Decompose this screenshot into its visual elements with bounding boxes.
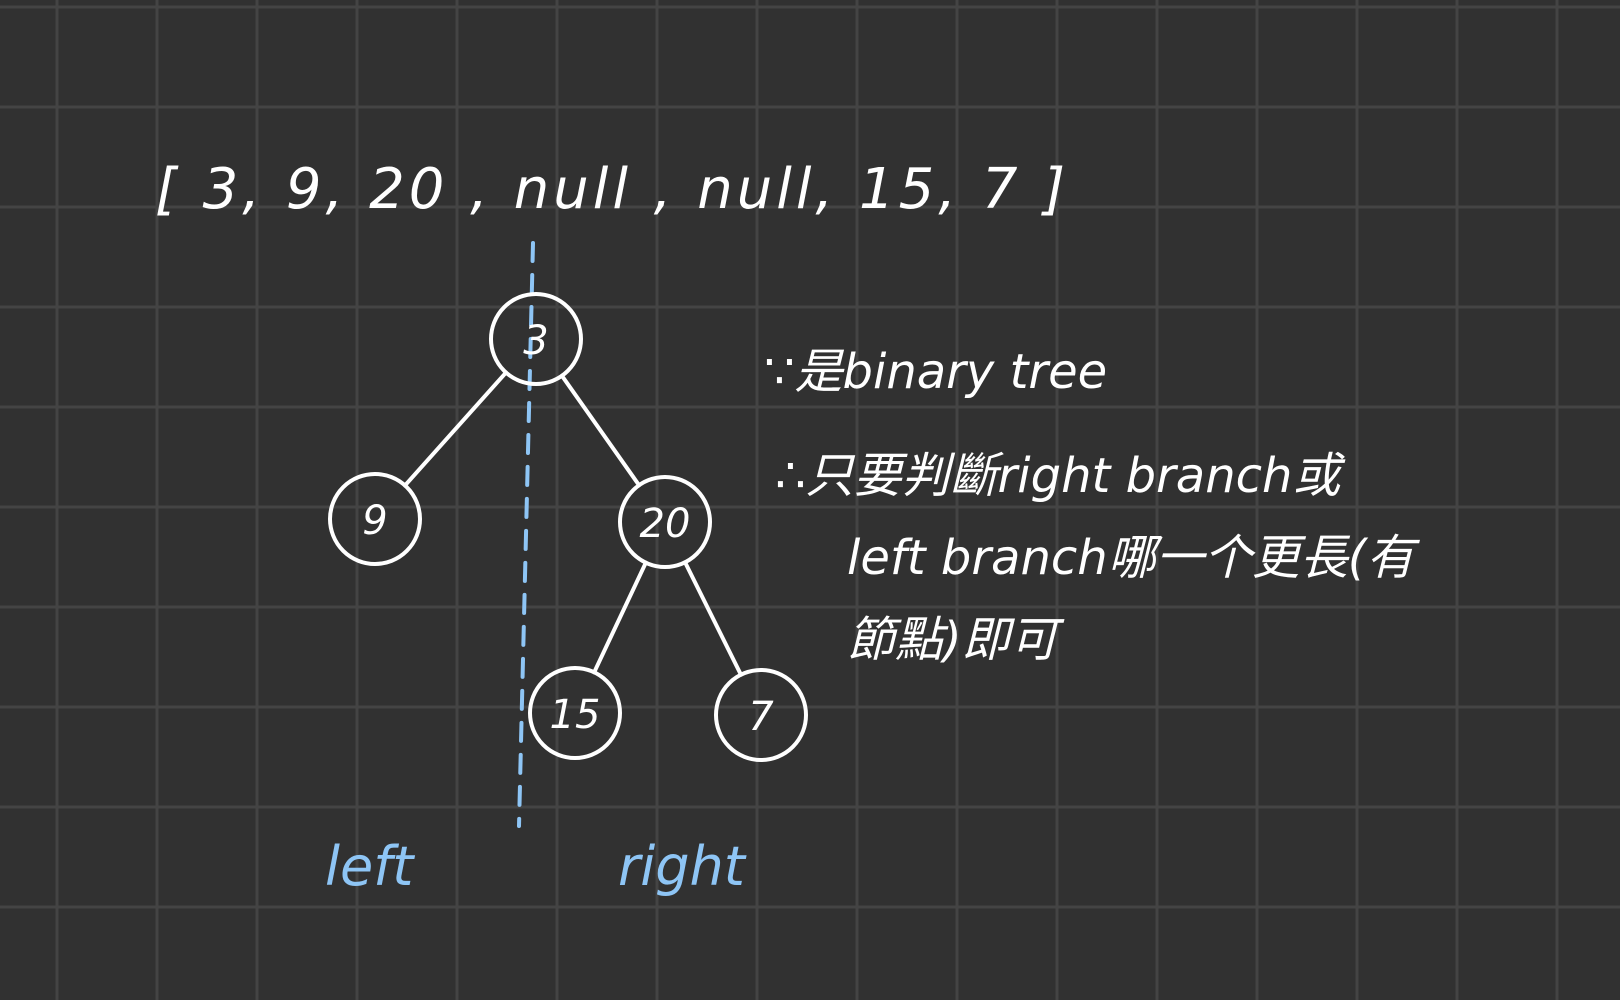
- node-label: 3: [523, 318, 548, 364]
- tree-node: 7: [714, 668, 808, 762]
- tree-edges: [403, 370, 743, 677]
- note-line-1: ∵是binary tree: [764, 344, 1107, 400]
- node-label: 20: [640, 501, 691, 547]
- right-label: right: [618, 835, 747, 898]
- tree-nodes: 3 9 20 15 7: [328, 292, 808, 762]
- drawing-layer: [ 3, 9, 20 , null , null, 15, 7 ] 3 9 20 15…: [155, 157, 1420, 898]
- tree-edge: [592, 560, 648, 675]
- note-line-2: ∴只要判斷right branch或: [775, 448, 1346, 504]
- tree-node: 20: [618, 475, 712, 569]
- note-line-4: 節點)即可: [847, 612, 1065, 668]
- node-label: 15: [550, 692, 601, 738]
- tree-node: 15: [528, 666, 622, 760]
- tree-node: 3: [489, 292, 583, 386]
- tree-edge: [559, 373, 642, 488]
- tree-edge: [403, 370, 508, 488]
- whiteboard-canvas[interactable]: [ 3, 9, 20 , null , null, 15, 7 ] 3 9 20 15…: [0, 0, 1620, 1000]
- node-label: 9: [362, 498, 387, 544]
- tree-node: 9: [328, 472, 422, 566]
- left-label: left: [325, 835, 415, 898]
- array-text: [ 3, 9, 20 , null , null, 15, 7 ]: [155, 157, 1069, 222]
- node-label: 7: [748, 694, 774, 740]
- tree-edge: [683, 560, 743, 677]
- note-line-3: left branch哪一个更長(有: [847, 530, 1420, 586]
